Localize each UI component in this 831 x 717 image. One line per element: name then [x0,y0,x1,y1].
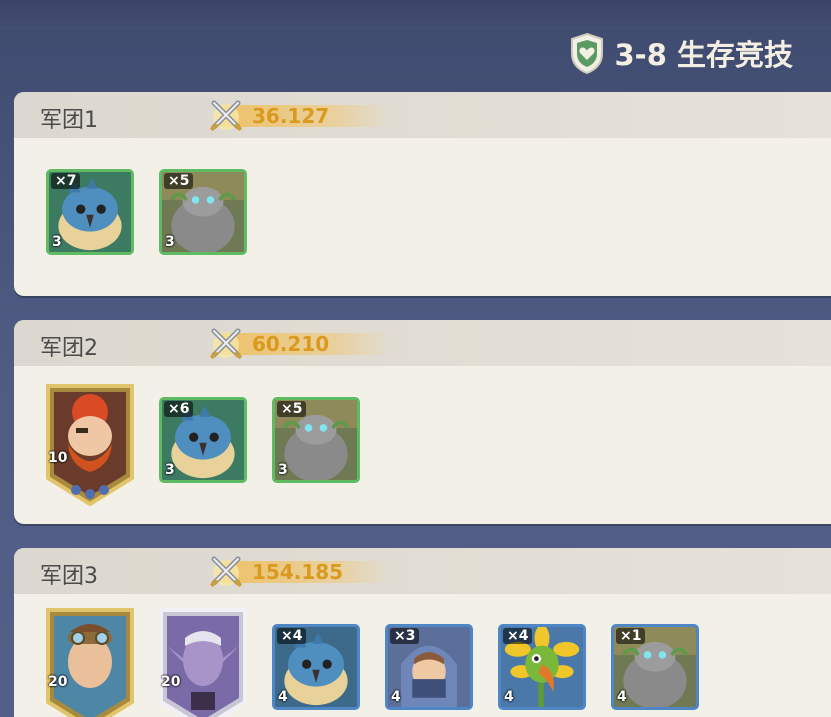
unit-card-rock-golem[interactable]: ×5 3 [272,397,360,483]
unit-count: ×3 [390,628,420,644]
legion-title: 军团2 [40,336,98,361]
unit-count: ×4 [503,628,533,644]
unit-count: ×4 [277,628,307,644]
power-rating: 154.185 [208,553,398,589]
unit-level: 3 [165,462,175,478]
unit-count: ×5 [277,401,307,417]
legion-title: 军团3 [40,564,98,589]
crossed-swords-icon [210,556,242,587]
legion-header: 军团3 154.185 [14,548,831,594]
legion-panel-3[interactable]: 军团3 154.185 20 20 ×4 4 ×3 4 ×4 4 ×1 4 [14,548,831,717]
unit-card-rock-golem[interactable]: ×1 4 [611,624,699,710]
unit-card-blue-bird[interactable]: ×4 4 [272,624,360,710]
crossed-swords-icon [210,328,242,359]
unit-card-blue-bird[interactable]: ×7 3 [46,169,134,255]
unit-level: 4 [391,689,401,705]
unit-level: 3 [52,234,62,250]
stage-label: 3-8 生存竞技 [614,38,794,72]
power-value: 154.185 [252,560,344,584]
unit-level: 4 [504,689,514,705]
unit-level: 3 [165,234,175,250]
unit-count: ×1 [616,628,646,644]
unit-card-hooded-rogue[interactable]: ×3 4 [385,624,473,710]
unit-count: ×7 [51,173,81,189]
power-value: 60.210 [252,332,330,356]
legion-title: 军团1 [40,108,98,133]
unit-level: 4 [617,689,627,705]
hero-portrait-gold-frame [46,608,134,717]
hero-level: 20 [161,674,181,690]
legion-header: 军团2 60.210 [14,320,831,366]
unit-card-flower-parrot[interactable]: ×4 4 [498,624,586,710]
top-bar [0,0,831,30]
unit-count: ×5 [164,173,194,189]
legion-header: 军团1 36.127 [14,92,831,138]
hero-card-goggles-adventurer[interactable]: 20 [40,602,140,717]
stage-header: 3-8 生存竞技 [569,32,794,74]
legion-panel-1[interactable]: 军团1 36.127 ×7 3 ×5 3 [14,92,831,296]
unit-level: 3 [278,462,288,478]
unit-card-blue-bird[interactable]: ×6 3 [159,397,247,483]
unit-level: 4 [278,689,288,705]
power-rating: 60.210 [208,325,398,361]
power-rating: 36.127 [208,97,398,133]
hero-level: 20 [48,674,68,690]
hero-level: 10 [48,450,68,466]
unit-card-rock-golem[interactable]: ×5 3 [159,169,247,255]
unit-count: ×6 [164,401,194,417]
hero-card-purple-elf[interactable]: 20 [153,602,253,717]
hero-card-red-bearded-dwarf[interactable]: 10 [40,378,140,508]
crossed-swords-icon [210,100,242,131]
hero-portrait-gold-frame [46,384,134,507]
power-value: 36.127 [252,104,330,128]
legion-panel-2[interactable]: 军团2 60.210 10 ×6 3 ×5 3 [14,320,831,524]
heart-shield-icon [570,32,603,74]
hero-portrait-silver-frame [159,608,247,717]
